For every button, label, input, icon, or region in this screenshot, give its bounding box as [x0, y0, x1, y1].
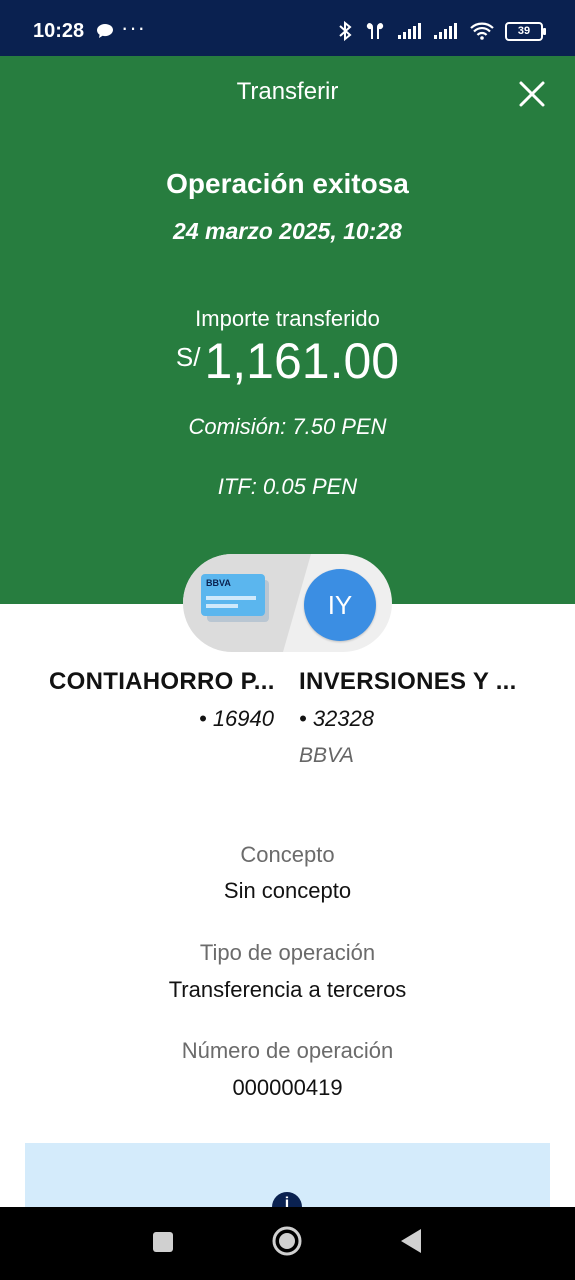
bank-card-icon: BBVA	[201, 574, 269, 622]
destination-account-number: • 32328	[299, 706, 374, 731]
origin-account-name: CONTIAHORRO P...	[49, 668, 275, 695]
system-nav-bar	[0, 1207, 575, 1280]
card-brand-label: BBVA	[206, 578, 231, 588]
commission-text: Comisión: 7.50 PEN	[188, 414, 387, 439]
recent-apps-icon[interactable]	[152, 1231, 174, 1253]
bluetooth-icon	[339, 20, 352, 42]
wifi-icon	[470, 22, 494, 40]
chat-bubble-icon	[97, 24, 113, 38]
itf-text: ITF: 0.05 PEN	[217, 474, 358, 499]
operation-status: Operación exitosa	[166, 168, 409, 199]
amount-value: 1,161.00	[204, 333, 400, 389]
status-time: 10:28	[33, 20, 85, 42]
success-header: Transferir Operación exitosa 24 marzo 20…	[0, 56, 575, 604]
recipient-avatar: IY	[304, 569, 376, 641]
earbuds-icon	[366, 23, 384, 39]
home-icon[interactable]	[271, 1225, 303, 1257]
concept-label: Concepto	[240, 842, 335, 867]
currency-symbol: S/	[175, 342, 201, 372]
status-bar: 10:28 ··· 39	[0, 0, 575, 56]
close-icon[interactable]	[518, 80, 546, 108]
signal-icon	[398, 23, 421, 39]
origin-account-number: • 16940	[199, 706, 274, 731]
transferred-amount: S/1,161.00	[0, 332, 575, 390]
back-icon[interactable]	[400, 1228, 422, 1254]
status-icons: 39	[337, 20, 546, 42]
operation-datetime: 24 marzo 2025, 10:28	[173, 218, 402, 244]
signal-icon	[434, 23, 457, 39]
more-notifications-icon: ···	[121, 15, 146, 40]
battery-icon: 39	[505, 21, 546, 41]
operation-number-value: 000000419	[232, 1075, 343, 1100]
operation-type-value: Transferencia a terceros	[168, 977, 407, 1002]
destination-account-name: INVERSIONES Y ...	[299, 668, 517, 695]
operation-type-label: Tipo de operación	[199, 940, 376, 965]
destination-bank: BBVA	[299, 744, 354, 767]
concept-value: Sin concepto	[223, 878, 352, 903]
operation-number-label: Número de operación	[181, 1038, 394, 1063]
amount-label: Importe transferido	[195, 306, 380, 331]
page-title: Transferir	[236, 78, 339, 105]
transfer-accounts-pill: BBVA IY	[183, 554, 392, 652]
